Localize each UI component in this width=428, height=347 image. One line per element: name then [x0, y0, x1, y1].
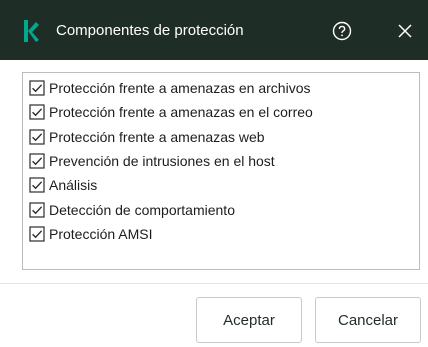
- component-checkbox-item[interactable]: Protección frente a amenazas web: [29, 126, 265, 148]
- footer-divider: [0, 283, 428, 284]
- title-bar: Componentes de protección: [0, 0, 428, 60]
- ok-button[interactable]: Aceptar: [196, 297, 302, 343]
- kaspersky-k-icon: [24, 20, 39, 42]
- checkbox-icon[interactable]: [29, 128, 45, 145]
- component-label: Protección frente a amenazas en archivos: [49, 80, 311, 96]
- checkbox-icon[interactable]: [29, 226, 45, 242]
- component-label: Prevención de intrusiones en el host: [49, 152, 275, 169]
- component-label: Protección frente a amenazas web: [49, 128, 265, 145]
- checkbox-icon[interactable]: [29, 80, 45, 96]
- component-checkbox-item[interactable]: Prevención de intrusiones en el host: [29, 150, 275, 172]
- component-label: Protección AMSI: [49, 225, 153, 242]
- component-checkbox-item[interactable]: Análisis: [29, 174, 97, 196]
- component-label: Detección de comportamiento: [49, 201, 235, 218]
- checkbox-icon[interactable]: [29, 153, 45, 169]
- component-label: Protección frente a amenazas en el corre…: [49, 104, 313, 121]
- help-icon[interactable]: [332, 21, 352, 41]
- dialog-title: Componentes de protección: [56, 22, 244, 39]
- component-checkbox-item[interactable]: Detección de comportamiento: [29, 199, 235, 221]
- close-icon[interactable]: [396, 22, 414, 40]
- checkbox-icon[interactable]: [29, 177, 45, 193]
- component-checkbox-item[interactable]: Protección frente a amenazas en el corre…: [29, 101, 313, 123]
- checkbox-icon[interactable]: [29, 201, 45, 218]
- protection-components-dialog: Componentes de protección Protección fre…: [0, 0, 428, 347]
- component-checkbox-item[interactable]: Protección frente a amenazas en archivos: [29, 77, 310, 99]
- component-checkbox-item[interactable]: Protección AMSI: [29, 223, 153, 245]
- component-label: Análisis: [49, 177, 98, 194]
- checkbox-icon[interactable]: [29, 104, 45, 120]
- cancel-button[interactable]: Cancelar: [315, 297, 421, 343]
- components-list: Protección frente a amenazas en archivos…: [22, 72, 420, 270]
